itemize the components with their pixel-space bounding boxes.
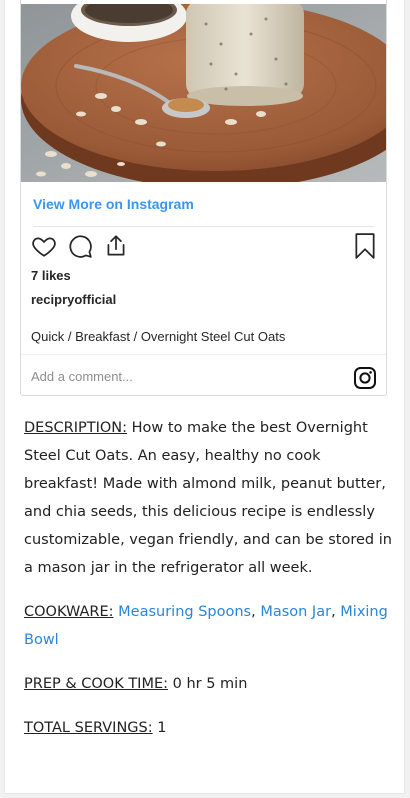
cookware-label: COOKWARE: xyxy=(24,604,114,620)
share-icon[interactable] xyxy=(103,233,129,264)
instagram-embed: View More on Instagram 7 likes recipryof… xyxy=(20,0,387,396)
post-actions xyxy=(31,233,376,261)
overnight-oats-photo xyxy=(21,4,386,182)
cookware: COOKWARE: Measuring Spoons, Mason Jar, M… xyxy=(24,598,394,654)
comment-icon[interactable] xyxy=(67,233,93,264)
account-name[interactable]: recipryofficial xyxy=(31,292,116,307)
cookware-link-measuring-spoons[interactable]: Measuring Spoons xyxy=(118,604,251,620)
prep-time-value: 0 hr 5 min xyxy=(172,676,248,692)
total-servings: TOTAL SERVINGS: 1 xyxy=(24,714,394,742)
post-caption: Quick / Breakfast / Overnight Steel Cut … xyxy=(31,329,286,344)
add-comment-input[interactable] xyxy=(31,365,331,387)
prep-time-label: PREP & COOK TIME: xyxy=(24,676,169,692)
view-more-on-instagram-link[interactable]: View More on Instagram xyxy=(33,196,194,212)
post-photo[interactable] xyxy=(21,4,386,182)
recipe-details: DESCRIPTION: How to make the best Overni… xyxy=(24,414,394,758)
cookware-separator: , xyxy=(251,604,261,620)
description-text: How to make the best Overnight Steel Cut… xyxy=(24,420,392,576)
cookware-separator: , xyxy=(331,604,341,620)
divider xyxy=(21,354,386,355)
description-label: DESCRIPTION: xyxy=(24,420,128,436)
likes-count: 7 likes xyxy=(31,268,71,283)
heart-icon[interactable] xyxy=(31,233,57,264)
instagram-icon[interactable] xyxy=(353,366,377,395)
description: DESCRIPTION: How to make the best Overni… xyxy=(24,414,394,582)
divider xyxy=(33,226,374,227)
servings-label: TOTAL SERVINGS: xyxy=(24,720,153,736)
recipe-card: View More on Instagram 7 likes recipryof… xyxy=(4,0,405,794)
bookmark-icon[interactable] xyxy=(353,233,377,264)
prep-cook-time: PREP & COOK TIME: 0 hr 5 min xyxy=(24,670,394,698)
cookware-link-mason-jar[interactable]: Mason Jar xyxy=(260,604,331,620)
servings-value: 1 xyxy=(157,720,167,736)
